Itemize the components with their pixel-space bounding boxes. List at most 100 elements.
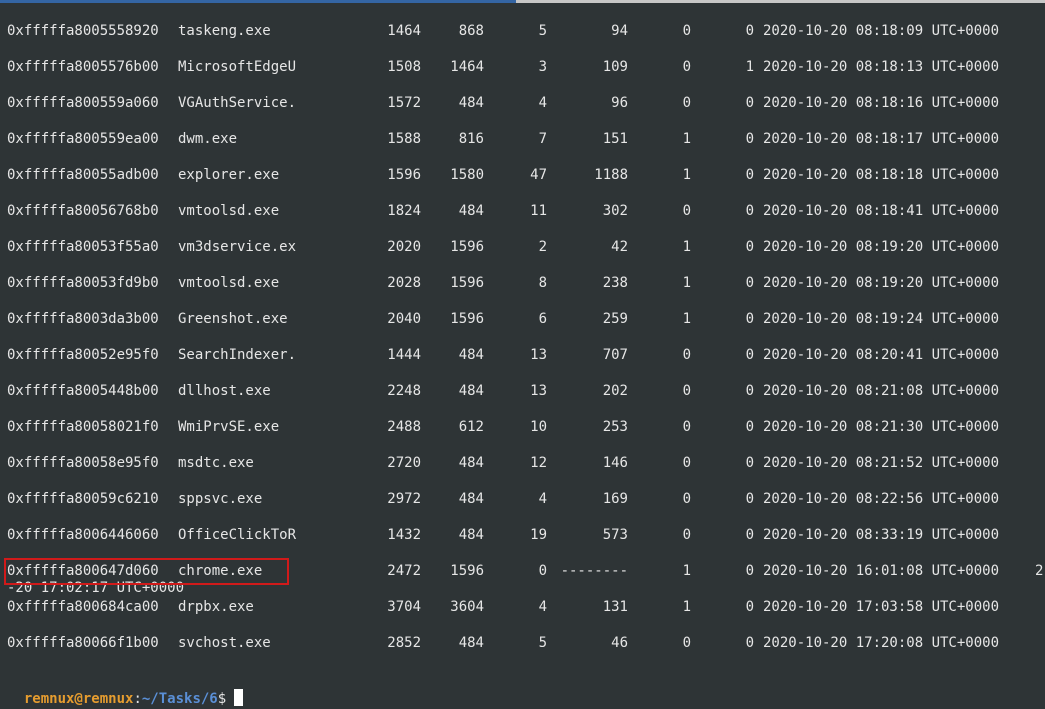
table-row: 0xfffffa8006446060 OfficeClickToR 1432 484 1… bbox=[0, 525, 1045, 545]
process-handles: 46 bbox=[611, 635, 628, 651]
process-wow64: 0 bbox=[745, 203, 754, 219]
process-ppid: 484 bbox=[458, 203, 484, 219]
process-start-time: 2020-10-20 17:20:08 UTC+0000 bbox=[763, 635, 1000, 651]
process-wow64: 0 bbox=[745, 491, 754, 507]
process-offset: 0xfffffa800559a060 bbox=[7, 95, 159, 111]
table-row: 0xfffffa800559ea00 dwm.exe 1588 816 7 151 1 0 20… bbox=[0, 129, 1045, 149]
process-offset: 0xfffffa80052e95f0 bbox=[7, 347, 159, 363]
process-handles: 253 bbox=[602, 419, 628, 435]
chrome-highlight-box bbox=[4, 558, 289, 585]
process-ppid: 816 bbox=[458, 131, 484, 147]
process-threads: 4 bbox=[538, 491, 547, 507]
process-threads: 4 bbox=[538, 599, 547, 615]
process-offset: 0xfffffa8006446060 bbox=[7, 527, 159, 543]
process-offset: 0xfffffa80058e95f0 bbox=[7, 455, 159, 471]
process-start-time: 2020-10-20 08:18:09 UTC+0000 bbox=[763, 23, 1000, 39]
text-cursor[interactable] bbox=[234, 689, 244, 706]
process-offset: 0xfffffa80059c6210 bbox=[7, 491, 159, 507]
process-offset: 0xfffffa8005576b00 bbox=[7, 59, 159, 75]
table-row: 0xfffffa80052e95f0 SearchIndexer. 1444 484 1… bbox=[0, 345, 1045, 365]
prompt-dollar: $ bbox=[217, 691, 227, 707]
process-handles: 96 bbox=[611, 95, 628, 111]
table-row: 0xfffffa80066f1b00 svchost.exe 2852 484 5 46 0… bbox=[0, 633, 1045, 653]
process-threads: 13 bbox=[530, 347, 547, 363]
table-row: 0xfffffa8005448b00 dllhost.exe 2248 484 13 20… bbox=[0, 381, 1045, 401]
process-name: msdtc.exe bbox=[178, 455, 254, 471]
process-pid: 2720 bbox=[387, 455, 421, 471]
process-name: Greenshot.exe bbox=[178, 311, 288, 327]
process-threads: 7 bbox=[538, 131, 547, 147]
process-name: taskeng.exe bbox=[178, 23, 271, 39]
process-session: 1 bbox=[682, 167, 691, 183]
process-pid: 1572 bbox=[387, 95, 421, 111]
process-ppid: 1464 bbox=[450, 59, 484, 75]
terminal-tab-bar bbox=[0, 0, 1045, 3]
process-ppid: 868 bbox=[458, 23, 484, 39]
process-wow64: 0 bbox=[745, 347, 754, 363]
process-pid: 2020 bbox=[387, 239, 421, 255]
process-start-time: 2020-10-20 08:33:19 UTC+0000 bbox=[763, 527, 1000, 543]
process-session: 1 bbox=[682, 599, 691, 615]
process-offset: 0xfffffa80053f55a0 bbox=[7, 239, 159, 255]
process-handles: 202 bbox=[602, 383, 628, 399]
prompt-colon: : bbox=[133, 691, 142, 707]
process-handles: 151 bbox=[602, 131, 628, 147]
table-row: 0xfffffa800684ca00 drpbx.exe 3704 3604 4 131 1… bbox=[0, 597, 1045, 617]
table-row: 0xfffffa8003da3b00 Greenshot.exe 2040 1596 6… bbox=[0, 309, 1045, 329]
process-start-time: 2020-10-20 08:22:56 UTC+0000 bbox=[763, 491, 1000, 507]
process-wow64: 0 bbox=[745, 635, 754, 651]
process-offset: 0xfffffa80058021f0 bbox=[7, 419, 159, 435]
process-wow64: 0 bbox=[745, 95, 754, 111]
process-pid: 1596 bbox=[387, 167, 421, 183]
process-threads: 6 bbox=[538, 311, 547, 327]
process-start-time: 2020-10-20 08:18:18 UTC+0000 bbox=[763, 167, 1000, 183]
process-start-time: 2020-10-20 08:18:13 UTC+0000 bbox=[763, 59, 1000, 75]
process-ppid: 3604 bbox=[450, 599, 484, 615]
table-row: 0xfffffa8005576b00 MicrosoftEdgeU 1508 1464… bbox=[0, 57, 1045, 77]
process-session: 0 bbox=[682, 455, 691, 471]
process-name: MicrosoftEdgeU bbox=[178, 59, 297, 75]
process-name: sppsvc.exe bbox=[178, 491, 263, 507]
process-threads: 3 bbox=[538, 59, 547, 75]
process-offset: 0xfffffa8005448b00 bbox=[7, 383, 159, 399]
process-offset: 0xfffffa80055adb00 bbox=[7, 167, 159, 183]
table-row: 0xfffffa80053fd9b0 vmtoolsd.exe 2028 1596 8 2… bbox=[0, 273, 1045, 293]
process-pid: 2472 bbox=[387, 563, 421, 579]
process-start-time: 2020-10-20 08:18:16 UTC+0000 bbox=[763, 95, 1000, 111]
process-threads: 4 bbox=[538, 95, 547, 111]
process-name: svchost.exe bbox=[178, 635, 271, 651]
table-row: 0xfffffa80059c6210 sppsvc.exe 2972 484 4 169 0… bbox=[0, 489, 1045, 509]
process-offset: 0xfffffa80066f1b00 bbox=[7, 635, 159, 651]
process-ppid: 1596 bbox=[450, 275, 484, 291]
process-name: WmiPrvSE.exe bbox=[178, 419, 280, 435]
process-session: 0 bbox=[682, 491, 691, 507]
process-handles: 302 bbox=[602, 203, 628, 219]
process-name: drpbx.exe bbox=[178, 599, 254, 615]
shell-prompt[interactable]: remnux@remnux:~/Tasks/6$ bbox=[7, 669, 244, 707]
table-row: 0xfffffa8005558920 taskeng.exe 1464 868 5 94 0… bbox=[0, 21, 1045, 41]
process-offset: 0xfffffa80056768b0 bbox=[7, 203, 159, 219]
process-session: 0 bbox=[682, 23, 691, 39]
process-session: 0 bbox=[682, 347, 691, 363]
process-ppid: 1596 bbox=[450, 563, 484, 579]
process-wow64: 0 bbox=[745, 275, 754, 291]
process-threads: 0 bbox=[538, 563, 547, 579]
process-start-time: 2020-10-20 08:21:52 UTC+0000 bbox=[763, 455, 1000, 471]
process-session: 0 bbox=[682, 203, 691, 219]
process-name: dllhost.exe bbox=[178, 383, 271, 399]
process-pid: 2972 bbox=[387, 491, 421, 507]
table-row: 0xfffffa80058e95f0 msdtc.exe 2720 484 12 146 0… bbox=[0, 453, 1045, 473]
process-session: 0 bbox=[682, 59, 691, 75]
process-handles: 259 bbox=[602, 311, 628, 327]
process-start-time: 2020-10-20 08:20:41 UTC+0000 bbox=[763, 347, 1000, 363]
process-name: OfficeClickToR bbox=[178, 527, 297, 543]
process-offset: 0xfffffa8005558920 bbox=[7, 23, 159, 39]
process-wow64: 0 bbox=[745, 527, 754, 543]
active-tab-indicator[interactable] bbox=[0, 0, 516, 3]
process-session: 0 bbox=[682, 635, 691, 651]
process-pid: 2852 bbox=[387, 635, 421, 651]
process-name: vmtoolsd.exe bbox=[178, 275, 280, 291]
process-ppid: 1596 bbox=[450, 239, 484, 255]
process-handles: 238 bbox=[602, 275, 628, 291]
process-handles: 42 bbox=[611, 239, 628, 255]
